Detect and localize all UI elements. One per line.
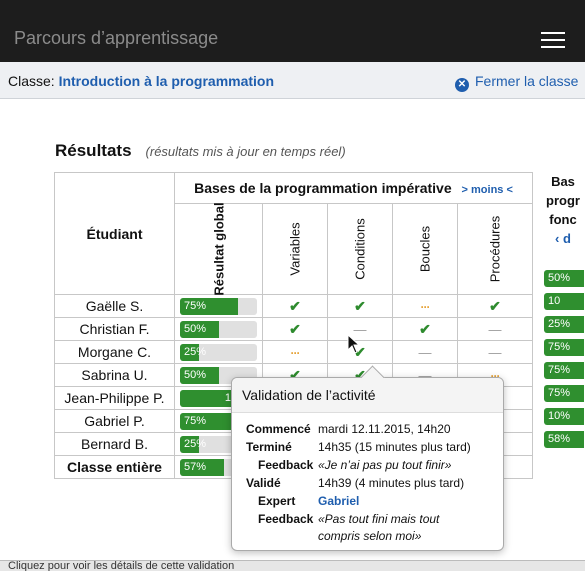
check-icon: ✔ — [354, 297, 366, 314]
results-heading: Résultats (résultats mis à jour en temps … — [55, 141, 346, 161]
dash-mark[interactable]: — — [457, 340, 533, 364]
in-progress-icon: ··· — [420, 299, 431, 314]
not-started-icon: — — [488, 321, 502, 337]
group2-results-partial: 50% 10 25% 75% 75% 75% 10% 58% — [541, 267, 585, 451]
dots-mark[interactable]: ··· — [262, 340, 328, 364]
progress-fill: 50% — [180, 320, 219, 338]
termine-label: Terminé — [246, 440, 292, 454]
feedback-value: «Je n’ai pas pu tout finir» — [318, 458, 452, 472]
feedback-label: Feedback — [258, 458, 314, 472]
group-header: Bases de la programmation impérative > m… — [174, 172, 533, 204]
check-icon: ✔ — [419, 320, 431, 337]
student-header: Étudiant — [54, 172, 175, 295]
not-started-icon: — — [488, 344, 502, 360]
check-icon: ✔ — [489, 297, 501, 314]
group2-result-cell[interactable]: 58% — [541, 428, 585, 451]
progress-bar: 50% — [544, 270, 584, 287]
group2-result-cell[interactable]: 75% — [541, 336, 585, 359]
class-label: Classe: Introduction à la programmation — [8, 73, 275, 89]
progress-fill: 25% — [180, 343, 206, 361]
progress-fill: 75% — [180, 412, 238, 430]
col-header-conditions[interactable]: Conditions — [327, 203, 393, 295]
status-bar: Cliquez pour voir les détails de cette v… — [0, 560, 585, 571]
commence-value: mardi 12.11.2015, 14h20 — [318, 422, 451, 436]
group2-result-cell[interactable]: 50% — [541, 267, 585, 290]
progress-bar: 10 — [544, 293, 584, 310]
progress-fill: 75% — [180, 297, 238, 315]
close-circle-icon: ✕ — [455, 78, 469, 92]
table-row[interactable]: Morgane C. 25% ··· ✔ — — — [54, 340, 533, 364]
expert-label: Expert — [258, 494, 296, 508]
student-name: Classe entière — [54, 455, 175, 479]
global-result-cell[interactable]: 50% — [174, 317, 263, 341]
popup-title: Validation de l’activité — [232, 378, 503, 413]
progress-bar: 25% — [180, 343, 257, 361]
student-name: Christian F. — [54, 317, 175, 341]
commence-label: Commencé — [246, 422, 311, 436]
group2-result-cell[interactable]: 10 — [541, 290, 585, 313]
status-text: Cliquez pour voir les détails de cette v… — [8, 560, 235, 571]
check-mark[interactable]: ✔ — [262, 317, 328, 341]
dash-mark[interactable]: — — [457, 317, 533, 341]
table-row[interactable]: Christian F. 50% ✔ — ✔ — — [54, 317, 533, 341]
progress-bar: 75% — [180, 297, 257, 315]
close-class-button[interactable]: ✕ Fermer la classe — [455, 73, 578, 92]
in-progress-icon: ··· — [290, 345, 301, 360]
hamburger-icon[interactable] — [541, 32, 565, 50]
col-header-procedures[interactable]: Procédures — [457, 203, 533, 295]
student-name: Jean-Philippe P. — [54, 386, 175, 410]
expert-link[interactable]: Gabriel — [318, 494, 359, 508]
valide-label: Validé — [246, 476, 281, 490]
progress-bar: 58% — [544, 431, 584, 448]
col-header-boucles[interactable]: Boucles — [392, 203, 458, 295]
group2-result-cell[interactable]: 75% — [541, 359, 585, 382]
student-name: Morgane C. — [54, 340, 175, 364]
global-result-cell[interactable]: 75% — [174, 294, 263, 318]
check-icon: ✔ — [289, 297, 301, 314]
group2-result-cell[interactable]: 75% — [541, 382, 585, 405]
dots-mark[interactable]: ··· — [392, 294, 458, 318]
not-started-icon: — — [418, 344, 432, 360]
progress-bar: 75% — [544, 339, 584, 356]
progress-fill: 50% — [180, 366, 219, 384]
valide-value: 14h39 (4 minutes plus tard) — [318, 476, 465, 490]
group2-result-cell[interactable]: 25% — [541, 313, 585, 336]
progress-fill: 57% — [180, 458, 224, 476]
col-header-global[interactable]: Résultat global — [174, 202, 263, 296]
mouse-pointer-icon — [347, 334, 361, 354]
progress-bar: 75% — [544, 362, 584, 379]
dash-mark[interactable]: — — [392, 340, 458, 364]
termine-value: 14h35 (15 minutes plus tard) — [318, 440, 471, 454]
app-title: Parcours d’apprentissage — [14, 28, 219, 48]
group2-header-partial: Bas progr fonc ‹ d — [546, 174, 580, 246]
expert-feedback-line1: «Pas tout fini mais tout — [318, 512, 440, 526]
expert-feedback-line2: compris selon moi» — [318, 529, 422, 543]
col-header-variables[interactable]: Variables — [262, 203, 328, 295]
results-title: Résultats — [55, 141, 132, 160]
check-mark[interactable]: ✔ — [327, 294, 393, 318]
check-mark[interactable]: ✔ — [392, 317, 458, 341]
progress-bar: 10% — [544, 408, 584, 425]
student-name: Bernard B. — [54, 432, 175, 456]
student-name: Gaëlle S. — [54, 294, 175, 318]
class-name[interactable]: Introduction à la programmation — [59, 73, 274, 89]
collapse-toggle[interactable]: > moins < — [462, 184, 513, 196]
progress-bar: 25% — [544, 316, 584, 333]
app-header: Parcours d’apprentissage — [0, 0, 585, 62]
student-name: Gabriel P. — [54, 409, 175, 433]
progress-fill: 25% — [180, 435, 206, 453]
table-row[interactable]: Gaëlle S. 75% ✔ ✔ ··· ✔ — [54, 294, 533, 318]
group2-result-cell[interactable]: 10% — [541, 405, 585, 428]
progress-bar: 75% — [544, 385, 584, 402]
check-icon: ✔ — [289, 320, 301, 337]
check-mark[interactable]: ✔ — [262, 294, 328, 318]
results-subtitle: (résultats mis à jour en temps réel) — [145, 144, 346, 159]
check-mark[interactable]: ✔ — [457, 294, 533, 318]
expert-feedback-label: Feedback — [258, 512, 314, 526]
progress-bar: 50% — [180, 320, 257, 338]
student-name: Sabrina U. — [54, 363, 175, 387]
global-result-cell[interactable]: 25% — [174, 340, 263, 364]
class-bar: Classe: Introduction à la programmation … — [0, 62, 585, 99]
validation-popup: Validation de l’activité Commencé mardi … — [231, 365, 504, 551]
